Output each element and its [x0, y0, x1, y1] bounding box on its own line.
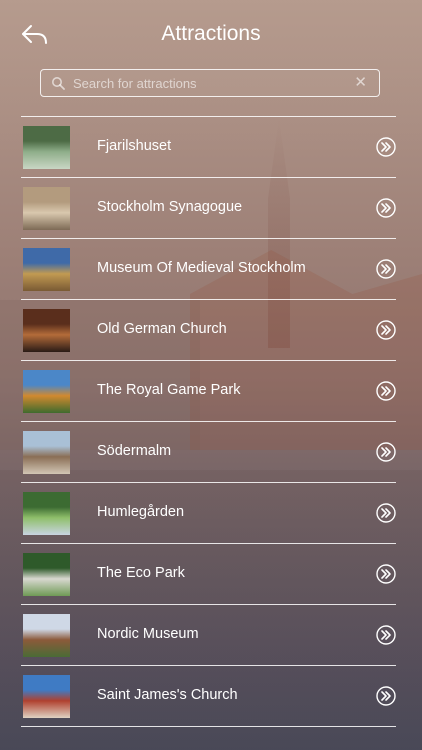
- search-bar[interactable]: ✕: [40, 69, 380, 97]
- attraction-name: Humlegården: [97, 504, 185, 520]
- attraction-thumbnail: [23, 614, 70, 657]
- list-item[interactable]: Humlegården: [21, 483, 396, 544]
- list-item[interactable]: Museum Of Medieval Stockholm: [21, 239, 396, 300]
- attraction-thumbnail: [23, 675, 70, 718]
- double-chevron-right-icon[interactable]: [376, 442, 396, 462]
- list-item[interactable]: The Eco Park: [21, 544, 396, 605]
- page-title: Attractions: [161, 22, 261, 45]
- attraction-name: Nordic Museum: [97, 626, 199, 642]
- attraction-thumbnail: [23, 248, 70, 291]
- double-chevron-right-icon[interactable]: [376, 564, 396, 584]
- list-item[interactable]: Stockholm Synagogue: [21, 178, 396, 239]
- attraction-name: Old German Church: [97, 321, 227, 337]
- search-icon: [52, 77, 65, 90]
- attraction-name: The Eco Park: [97, 565, 185, 581]
- double-chevron-right-icon[interactable]: [376, 259, 396, 279]
- list-item[interactable]: Nordic Museum: [21, 605, 396, 666]
- attraction-thumbnail: [23, 492, 70, 535]
- double-chevron-right-icon[interactable]: [376, 198, 396, 218]
- list-item[interactable]: Old German Church: [21, 300, 396, 361]
- double-chevron-right-icon[interactable]: [376, 625, 396, 645]
- double-chevron-right-icon[interactable]: [376, 320, 396, 340]
- attraction-thumbnail: [23, 370, 70, 413]
- list-item[interactable]: Fjarilshuset: [21, 117, 396, 178]
- attraction-name: Fjarilshuset: [97, 138, 172, 154]
- attraction-name: Museum Of Medieval Stockholm: [97, 260, 306, 276]
- list-item[interactable]: Södermalm: [21, 422, 396, 483]
- attraction-thumbnail: [23, 431, 70, 474]
- double-chevron-right-icon[interactable]: [376, 381, 396, 401]
- attraction-name: Södermalm: [97, 443, 172, 459]
- double-chevron-right-icon[interactable]: [376, 686, 396, 706]
- attraction-name: Saint James's Church: [97, 687, 238, 703]
- double-chevron-right-icon[interactable]: [376, 503, 396, 523]
- search-input[interactable]: [73, 70, 343, 96]
- nav-header: Attractions: [0, 0, 422, 66]
- attraction-thumbnail: [23, 126, 70, 169]
- attraction-thumbnail: [23, 309, 70, 352]
- double-chevron-right-icon[interactable]: [376, 137, 396, 157]
- attraction-name: Stockholm Synagogue: [97, 199, 243, 215]
- clear-icon[interactable]: ✕: [354, 74, 367, 92]
- attractions-list: Fjarilshuset Stockholm Synagogue Museum Of…: [21, 116, 396, 727]
- attraction-thumbnail: [23, 553, 70, 596]
- list-item[interactable]: The Royal Game Park: [21, 361, 396, 422]
- attraction-thumbnail: [23, 187, 70, 230]
- attraction-name: The Royal Game Park: [97, 382, 241, 398]
- list-item[interactable]: Saint James's Church: [21, 666, 396, 727]
